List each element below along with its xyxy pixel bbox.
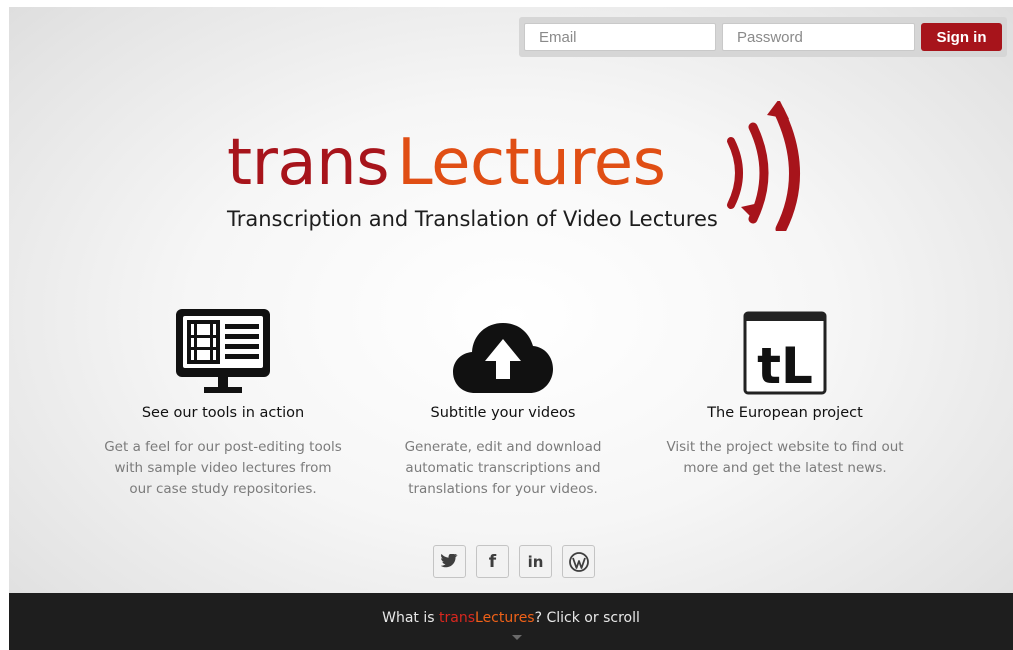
logo-lectures: Lectures — [397, 126, 666, 200]
wordpress-button[interactable] — [562, 545, 595, 578]
page-stage: Sign in transLectures Transcription and … — [9, 7, 1013, 650]
feature-title: The European project — [707, 405, 863, 421]
wordpress-icon — [568, 551, 589, 572]
feature-description: Get a feel for our post-editing tools wi… — [104, 439, 342, 497]
sound-waves-icon — [727, 101, 800, 231]
tagline: Transcription and Translation of Video L… — [227, 207, 718, 231]
footer-text: What is transLectures? Click or scroll — [382, 610, 640, 626]
feature-description: Visit the project website to find out mo… — [666, 439, 904, 476]
site-logo: trans Lectures — [227, 123, 666, 203]
signin-bar: Sign in — [519, 17, 1007, 57]
facebook-icon: f — [488, 551, 497, 572]
twitter-icon — [440, 554, 458, 568]
svg-text:tL: tL — [757, 337, 813, 395]
linkedin-icon: in — [527, 552, 544, 571]
feature-description: Generate, edit and download automatic tr… — [404, 439, 602, 497]
twitter-button[interactable] — [433, 545, 466, 578]
logo-trans: trans — [227, 126, 390, 200]
feature-tools[interactable]: See our tools in action Get a feel for o… — [78, 297, 368, 500]
feature-subtitle[interactable]: Subtitle your videos Generate, edit and … — [358, 297, 648, 500]
facebook-button[interactable]: f — [476, 545, 509, 578]
sign-in-button[interactable]: Sign in — [921, 23, 1002, 51]
tl-logo-icon: tL — [743, 311, 827, 395]
footer-bar[interactable]: What is transLectures? Click or scroll — [9, 593, 1013, 650]
monitor-video-icon — [176, 309, 270, 393]
password-field[interactable] — [722, 23, 915, 51]
email-field[interactable] — [524, 23, 716, 51]
feature-title: See our tools in action — [141, 405, 305, 421]
linkedin-button[interactable]: in — [519, 545, 552, 578]
chevron-down-icon[interactable] — [512, 635, 522, 640]
cloud-upload-icon — [453, 323, 553, 393]
social-links: f in — [433, 545, 595, 578]
feature-european-project[interactable]: tL The European project Visit the projec… — [640, 297, 930, 479]
feature-title: Subtitle your videos — [430, 405, 576, 421]
